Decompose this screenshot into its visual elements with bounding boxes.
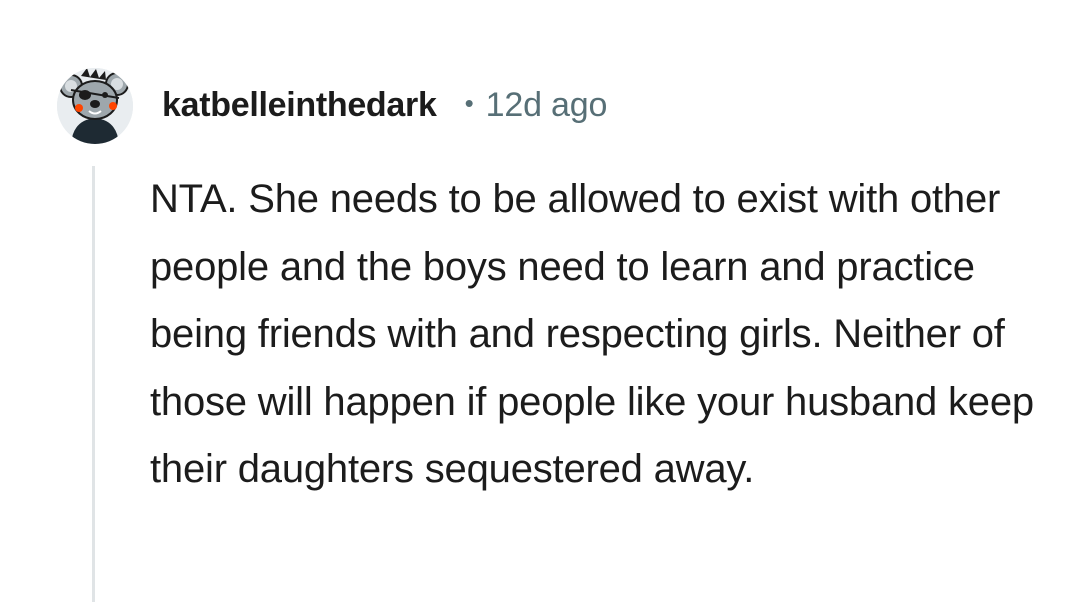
comment-body: NTA. She needs to be allowed to exist wi… [150,177,1034,491]
separator-dot: • [464,87,474,118]
thread-collapse-line[interactable] [92,166,95,602]
username-link[interactable]: katbelleinthedark [162,86,437,125]
timestamp[interactable]: 12d ago [486,86,608,125]
avatar[interactable] [57,68,133,144]
koala-avatar-icon [57,68,133,144]
comment-header: katbelleinthedark • 12d ago [162,82,607,128]
comment: katbelleinthedark • 12d ago NTA. She nee… [0,0,1080,602]
